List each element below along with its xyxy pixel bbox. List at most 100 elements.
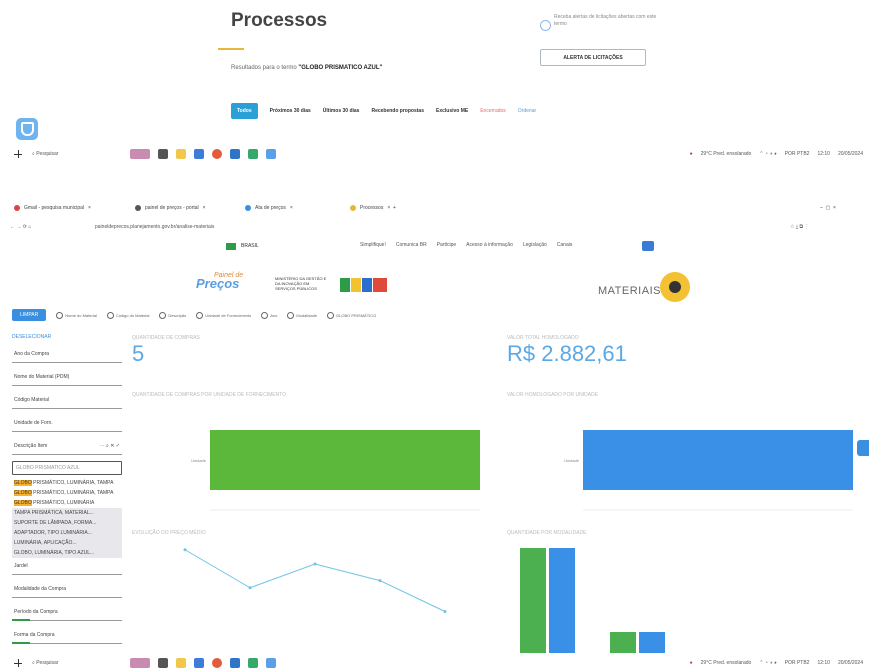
gov-menu-button[interactable] [642, 241, 654, 251]
store-icon[interactable] [194, 658, 204, 668]
folder-icon[interactable] [176, 149, 186, 159]
gov-nav-item[interactable]: Participe [437, 242, 456, 248]
option-item[interactable]: GLOBO PRISMÁTICO, LUMINÁRIA [12, 498, 122, 508]
ministry-logo: MINISTÉRIO DA GESTÃO E DA INOVAÇÃO EM SE… [275, 276, 327, 291]
browser-tabbar: Gmail - pesquisa municipal × painel de p… [0, 200, 869, 216]
filter-chip[interactable]: GLOBO PRISMÁTICO [327, 311, 376, 319]
option-item[interactable]: LUMINÁRIA, APLICAÇÃO... [12, 538, 122, 548]
taskbar-search[interactable]: ⌕ Pesquisar [32, 660, 58, 666]
filter-chip[interactable]: Unidade de Fornecimento [196, 311, 251, 319]
system-tray: ● 29°C Pred. ensolarado ⌃ ◔ ◑ ◕ POR PTB2… [690, 151, 863, 157]
excel-icon[interactable] [248, 658, 258, 668]
data-point [313, 562, 317, 566]
browser-tab[interactable]: painel de preços - portal × [135, 205, 206, 211]
clock: 12:10 [817, 660, 830, 666]
browser-tab[interactable]: Ata de preços × [245, 205, 293, 211]
field-actions-icon[interactable]: ⋯ ⌕ ✕ ✓ [100, 443, 120, 449]
filter-field[interactable]: Nome do Material (PDM) [12, 369, 122, 386]
bar [549, 548, 575, 653]
tray-icons[interactable]: ⌃ ◔ ◑ ◕ [759, 660, 776, 666]
chrome-icon[interactable] [212, 658, 222, 668]
filter-chip[interactable]: Nome do Material [56, 311, 97, 319]
filter-field[interactable]: Ano da Compra [12, 346, 122, 363]
filter-field[interactable]: Modalidade da Compra [12, 581, 122, 598]
filter-field[interactable]: Unidade de Forn. [12, 415, 122, 432]
title-underline [218, 48, 244, 50]
deselect-link[interactable]: DESELECIONAR [12, 334, 122, 340]
word-icon[interactable] [230, 658, 240, 668]
taskview-icon[interactable] [158, 149, 168, 159]
clear-filters-button[interactable]: LIMPAR [12, 309, 47, 321]
materials-icon [660, 272, 690, 302]
chart-label: VALOR HOMOLOGADO POR UNIDADE [507, 392, 599, 398]
gov-nav-item[interactable]: Legislação [523, 242, 547, 248]
gov-nav: Simplifique! Comunica BR Participe Acess… [360, 242, 572, 248]
filter-field[interactable]: Jardel [12, 558, 122, 575]
store-icon[interactable] [194, 149, 204, 159]
gov-nav-item[interactable]: Comunica BR [396, 242, 427, 248]
bar [583, 430, 853, 490]
filter-chip[interactable]: Código do Material [106, 311, 149, 319]
system-tray: ● 29°C Pred. ensolarado ⌃ ◔ ◑ ◕ POR PTB2… [690, 660, 863, 666]
option-item[interactable]: GLOBO, LUMINÁRIA, TIPO AZUL... [12, 548, 122, 558]
filter-field[interactable]: Período da Compra [12, 604, 122, 621]
gov-name: BRASIL [241, 243, 259, 249]
filter-strip: LIMPAR Nome do Material Código do Materi… [12, 309, 376, 321]
widget-icon[interactable] [130, 658, 150, 668]
description-search-input[interactable]: GLOBO PRISMATICO AZUL [12, 461, 122, 475]
chart-label: QUANTIDADE DE COMPRAS POR UNIDADE DE FOR… [132, 392, 287, 398]
tab-ultimos[interactable]: Últimos 30 dias [323, 108, 360, 114]
url-field[interactable]: paineldeprecos.planejamento.gov.br/anali… [95, 224, 214, 230]
filter-chip[interactable]: Ano [261, 311, 277, 319]
excel-icon[interactable] [248, 149, 258, 159]
section-title: MATERIAIS [598, 285, 661, 297]
browser-actions[interactable]: ☆ ⤓ ⧉ ⋮ [790, 224, 809, 230]
tab-todos[interactable]: Todos [231, 103, 258, 119]
option-item[interactable]: GLOBO PRISMÁTICO, LUMINÁRIA, TAMPA [12, 488, 122, 498]
result-term: "GLOBO PRISMATICO AZUL" [298, 65, 383, 71]
taskbar-bottom: ⌕ Pesquisar ● 29°C Pred. ensolarado ⌃ ◔ … [0, 655, 869, 671]
weather-text: 29°C Pred. ensolarado [700, 660, 752, 666]
tab-encerrados[interactable]: Encerrados [480, 108, 506, 114]
taskview-icon[interactable] [158, 658, 168, 668]
windows-start-icon[interactable] [14, 659, 22, 667]
app-shield-icon[interactable] [16, 118, 38, 140]
edge-icon[interactable] [266, 149, 276, 159]
tab-ordenar[interactable]: Ordenar [518, 108, 536, 114]
gov-nav-item[interactable]: Simplifique! [360, 242, 386, 248]
filter-field-description[interactable]: Descrição Item ⋯ ⌕ ✕ ✓ [12, 438, 122, 455]
window-controls[interactable]: – ▢ × [820, 205, 836, 211]
bar [610, 632, 636, 653]
nav-buttons[interactable]: ← → ⟳ ⌂ [10, 224, 31, 230]
gov-nav-item[interactable]: Acesso à informação [466, 242, 513, 248]
taskbar-search[interactable]: ⌕ Pesquisar [32, 151, 58, 157]
gov-nav-item[interactable]: Canais [557, 242, 573, 248]
browser-tab[interactable]: Processos × + [350, 205, 396, 211]
option-item[interactable]: ADAPTADOR, TIPO LUMINÁRIA... [12, 528, 122, 538]
tab-recebendo[interactable]: Recebendo propostas [371, 108, 424, 114]
folder-icon[interactable] [176, 658, 186, 668]
filter-chip[interactable]: Modalidade [287, 311, 317, 319]
bar [520, 548, 546, 653]
brazil-flag-icon [226, 243, 236, 250]
widget-icon[interactable] [130, 149, 150, 159]
chart-line [183, 548, 447, 613]
floating-button[interactable] [857, 440, 869, 456]
tab-exclusivo[interactable]: Exclusivo ME [436, 108, 468, 114]
tab-proximos[interactable]: Próximos 30 dias [270, 108, 311, 114]
alert-button[interactable]: ALERTA DE LICITAÇÕES [540, 49, 646, 66]
option-item[interactable]: SUPORTE DE LÂMPADA, FORMA... [12, 518, 122, 528]
windows-start-icon[interactable] [14, 150, 22, 158]
tray-icons[interactable]: ⌃ ◔ ◑ ◕ [759, 151, 776, 157]
painel-logo[interactable]: Painel de Preços [196, 272, 243, 291]
option-item[interactable]: GLOBO PRISMÁTICO, LUMINÁRIA, TAMPA [12, 478, 122, 488]
chrome-icon[interactable] [212, 149, 222, 159]
edge-icon[interactable] [266, 658, 276, 668]
filter-field[interactable]: Forma da Compra [12, 627, 122, 644]
word-icon[interactable] [230, 149, 240, 159]
filter-field[interactable]: Código Material [12, 392, 122, 409]
browser-tab[interactable]: Gmail - pesquisa municipal × [14, 205, 91, 211]
option-item[interactable]: TAMPA PRISMÁTICA, MATERIAL... [12, 508, 122, 518]
filter-chip[interactable]: Descrição [159, 311, 186, 319]
category-label: Unidade [191, 458, 207, 463]
